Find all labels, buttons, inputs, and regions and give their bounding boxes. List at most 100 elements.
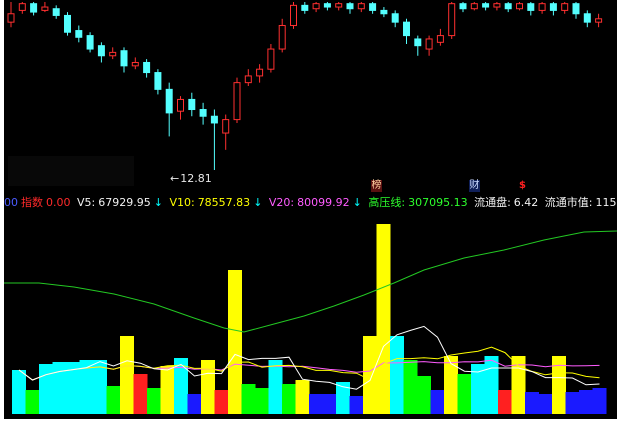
- volume-bar: [484, 356, 499, 414]
- candle-body: [75, 30, 83, 38]
- candlestick: [18, 2, 26, 14]
- candle-body: [561, 3, 569, 11]
- candle-body: [414, 38, 422, 47]
- candlestick: [595, 13, 603, 28]
- candlestick: [267, 44, 275, 73]
- float-label: 流通盘:: [474, 196, 511, 209]
- v10-label: V10:: [169, 196, 195, 209]
- volume-bar: [133, 374, 148, 414]
- candle-body: [595, 18, 603, 23]
- volume-bar: [349, 396, 364, 414]
- volume-bar: [12, 370, 26, 414]
- volume-bar: [187, 394, 202, 414]
- volume-bar: [417, 376, 431, 414]
- indicator-prefix: 00: [4, 196, 18, 209]
- cai-tag-icon[interactable]: 财: [469, 180, 480, 192]
- v20-arrow-icon: ↓: [352, 196, 362, 209]
- candlestick-layer: [7, 2, 603, 170]
- candlestick: [233, 77, 241, 123]
- pressure-value: 307095.13: [408, 196, 468, 209]
- volume-bar: [403, 360, 418, 414]
- low-price-value: 12.81: [180, 172, 212, 185]
- candle-body: [86, 35, 94, 50]
- candlestick: [52, 5, 60, 19]
- candle-body: [527, 3, 535, 11]
- candlestick: [86, 32, 94, 53]
- volume-bars-layer: [12, 224, 607, 414]
- volume-bar: [106, 386, 121, 414]
- candle-body: [516, 3, 523, 10]
- candlestick: [30, 2, 38, 16]
- volume-bar: [39, 364, 53, 414]
- candle-body: [323, 3, 331, 8]
- stock-chart-panel[interactable]: ←12.81 榜 财 $ 00 指数 0.00 V5: 67929.95 ↓ V10: 7…: [4, 0, 617, 419]
- candlestick: [470, 2, 478, 11]
- candle-body: [18, 3, 26, 11]
- candlestick: [448, 2, 456, 39]
- low-price-arrow: ←: [170, 172, 180, 185]
- candlestick: [516, 2, 523, 11]
- float-value: 6.42: [513, 196, 539, 209]
- candle-body: [97, 45, 105, 57]
- mktcap-label: 流通市值:: [544, 196, 593, 209]
- candle-body: [436, 35, 444, 43]
- volume-bar: [120, 336, 134, 414]
- volume-bar: [214, 390, 229, 414]
- candlestick: [583, 10, 591, 28]
- candle-body: [64, 14, 71, 33]
- candle-body: [177, 98, 184, 112]
- candlestick: [369, 2, 377, 14]
- candlestick: [335, 2, 343, 11]
- candlestick: [312, 2, 320, 13]
- candle-body: [244, 75, 252, 84]
- candlestick: [482, 2, 490, 11]
- volume-bar: [25, 390, 40, 414]
- candle-body: [210, 115, 218, 124]
- candle-body: [154, 72, 162, 90]
- volume-bar: [552, 356, 566, 414]
- candlestick: [561, 2, 569, 14]
- volume-bar: [592, 388, 607, 414]
- volume-bar: [363, 336, 377, 414]
- volume-bar: [457, 374, 472, 414]
- volume-bar: [498, 390, 512, 414]
- candle-body: [30, 3, 38, 13]
- volume-bar: [255, 388, 269, 414]
- candlestick: [493, 2, 501, 11]
- v5-label: V5:: [77, 196, 96, 209]
- candlestick: [527, 2, 535, 16]
- volume-bar: [579, 390, 593, 414]
- candle-body: [233, 82, 241, 121]
- candle-body: [301, 4, 309, 11]
- candlestick: [7, 2, 15, 28]
- indicator-name[interactable]: 指数: [21, 196, 43, 209]
- volume-bar: [282, 384, 296, 414]
- candle-body: [482, 3, 490, 8]
- volume-bar: [295, 380, 310, 414]
- candle-body: [267, 48, 275, 70]
- volume-bar: [241, 384, 256, 414]
- candlestick: [97, 42, 105, 63]
- bang-tag-icon[interactable]: 榜: [371, 180, 382, 192]
- candlestick: [323, 2, 331, 11]
- candlestick: [75, 25, 83, 43]
- candle-body: [549, 3, 557, 11]
- indicator-bar: 00 指数 0.00 V5: 67929.95 ↓ V10: 78557.83 ↓ V20:…: [4, 194, 617, 211]
- dollar-tag-icon[interactable]: $: [517, 180, 528, 192]
- candlestick: [222, 114, 230, 150]
- candle-body: [222, 119, 230, 134]
- candlestick: [380, 7, 388, 18]
- candle-body: [583, 13, 591, 23]
- indicator-name-value: 0.00: [46, 196, 71, 209]
- candle-body: [538, 3, 546, 11]
- mktcap-value: 115.41: [595, 196, 617, 209]
- candlestick: [403, 18, 410, 44]
- candle-body: [199, 109, 207, 117]
- volume-bar: [525, 392, 539, 414]
- candle-body: [493, 3, 501, 8]
- screenshot-frame: ←12.81 榜 财 $ 00 指数 0.00 V5: 67929.95 ↓ V10: 7…: [0, 0, 625, 426]
- candlestick: [188, 92, 196, 117]
- pressure-label: 高压线:: [368, 196, 406, 209]
- candlestick: [244, 69, 252, 86]
- v10-value: 78557.83: [197, 196, 251, 209]
